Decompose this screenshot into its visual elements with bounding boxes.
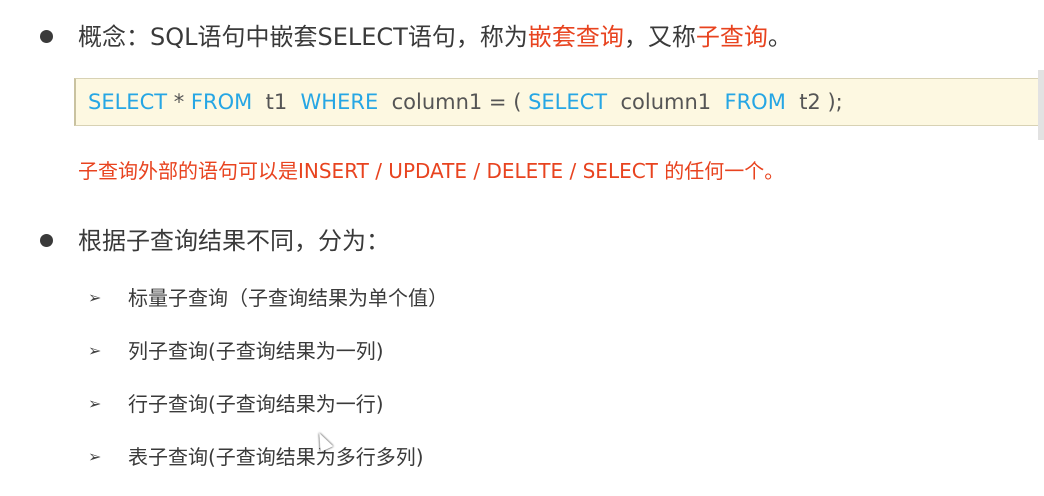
sql-text: t2 ); bbox=[785, 90, 843, 114]
list-item: ➢ 列子查询(子查询结果为一列) bbox=[88, 337, 448, 390]
sql-text: * bbox=[167, 90, 191, 114]
outer-statement-note: 子查询外部的语句可以是INSERT / UPDATE / DELETE / SE… bbox=[78, 159, 785, 183]
list-item-label: 标量子查询（子查询结果为单个值） bbox=[128, 286, 448, 310]
scrollbar[interactable] bbox=[1038, 70, 1044, 140]
concept-middle: ，又称 bbox=[623, 23, 696, 51]
subquery-type-list: ➢ 标量子查询（子查询结果为单个值） ➢ 列子查询(子查询结果为一列) ➢ 行子查询(子查… bbox=[88, 284, 448, 496]
classification-line: 根据子查询结果不同，分为： bbox=[0, 224, 1000, 258]
sql-keyword: SELECT bbox=[88, 90, 168, 114]
sql-keyword: WHERE bbox=[300, 90, 379, 114]
sql-text: column1 = ( bbox=[378, 90, 529, 114]
concept-text: 概念：SQL语句中嵌套SELECT语句，称为嵌套查询，又称子查询。 bbox=[78, 20, 792, 54]
bullet-dot-icon bbox=[40, 234, 53, 247]
arrow-bullet-icon: ➢ bbox=[88, 447, 102, 466]
list-item-label: 表子查询(子查询结果为多行多列) bbox=[128, 445, 424, 469]
concept-line: 概念：SQL语句中嵌套SELECT语句，称为嵌套查询，又称子查询。 bbox=[0, 20, 1000, 54]
arrow-bullet-icon: ➢ bbox=[88, 341, 102, 360]
bullet-dot-icon bbox=[40, 30, 53, 43]
classification-heading: 根据子查询结果不同，分为： bbox=[78, 227, 390, 255]
list-item-label: 行子查询(子查询结果为一行) bbox=[128, 392, 384, 416]
arrow-bullet-icon: ➢ bbox=[88, 394, 102, 413]
sql-keyword: SELECT bbox=[528, 90, 608, 114]
list-item-label: 列子查询(子查询结果为一列) bbox=[128, 339, 384, 363]
arrow-bullet-icon: ➢ bbox=[88, 288, 102, 307]
list-item: ➢ 标量子查询（子查询结果为单个值） bbox=[88, 284, 448, 337]
sql-code-block: SELECT * FROM t1 WHERE column1 = ( SELEC… bbox=[74, 78, 1039, 126]
concept-label: 概念：SQL语句中嵌套SELECT语句，称为 bbox=[78, 23, 528, 51]
concept-end: 。 bbox=[767, 23, 792, 51]
list-item: ➢ 表子查询(子查询结果为多行多列) bbox=[88, 443, 448, 496]
subquery-term: 子查询 bbox=[695, 23, 768, 51]
sql-keyword: FROM bbox=[190, 90, 253, 114]
sql-text: t1 bbox=[252, 90, 301, 114]
sql-text: column1 bbox=[607, 90, 725, 114]
list-item: ➢ 行子查询(子查询结果为一行) bbox=[88, 390, 448, 443]
sql-keyword: FROM bbox=[724, 90, 786, 114]
nested-query-term: 嵌套查询 bbox=[527, 23, 624, 51]
